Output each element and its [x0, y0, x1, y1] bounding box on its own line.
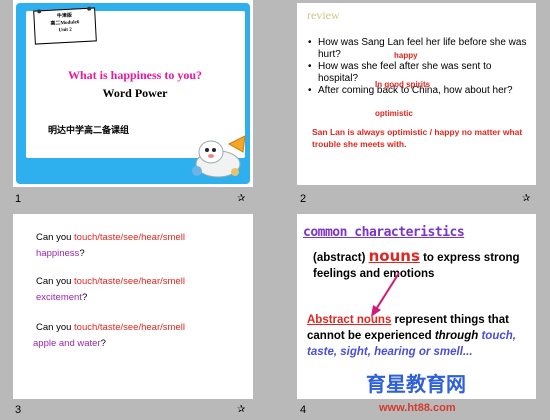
slide-4-paragraph-1: (abstract) nouns to express strong feeli… — [313, 248, 528, 282]
slide-1-subtitle: Word Power — [102, 86, 168, 100]
question-prefix: Can you — [36, 232, 75, 243]
slide-2-conclusion: San Lan is always optimistic / happy no … — [312, 127, 523, 149]
question-line: Can you touch/taste/see/hear/smell apple … — [33, 320, 253, 352]
watermark-logo: 育星教育网 — [366, 374, 466, 396]
question-prefix: Can you — [36, 322, 75, 333]
question-object: happiness — [36, 248, 80, 259]
bullet-item: How was Sang Lan feel her life before sh… — [307, 37, 532, 61]
slide-1-title: What is happiness to you? — [67, 68, 203, 82]
abstract-nouns-label: Abstract nouns — [307, 314, 392, 326]
question-suffix: ? — [100, 338, 106, 349]
nouns-keyword: nouns — [368, 247, 420, 265]
question-prefix: Can you — [36, 276, 75, 287]
slide-1-tag: 牛津版 高二Module6 Unit 2 — [33, 6, 97, 45]
question-suffix: ? — [81, 292, 88, 303]
slide-number: 4 — [300, 404, 307, 416]
slide-number: 3 — [15, 404, 22, 416]
slide-2-heading: review — [307, 8, 340, 22]
question-verbs: touch/taste/see/hear/smell — [74, 276, 185, 287]
through-word: through — [434, 330, 479, 342]
pin-icon — [37, 9, 42, 14]
slide-1-thumbnail[interactable]: 牛津版 高二Module6 Unit 2 What is happiness t… — [13, 0, 253, 187]
answer-happy: happy — [394, 51, 418, 60]
question-object: excitement — [36, 292, 82, 303]
question-line: Can you touch/taste/see/hear/smell excite… — [36, 274, 253, 306]
slide-4-paragraph-2: Abstract nouns represent things that can… — [307, 312, 532, 360]
slide-2-thumbnail[interactable]: review How was Sang Lan feel her life be… — [297, 3, 536, 185]
slide-1-school: 明达中学高二备课组 — [48, 125, 130, 135]
slide-number: 1 — [15, 193, 22, 205]
transition-star-icon[interactable]: ✰ — [522, 193, 530, 204]
slide-number: 2 — [300, 193, 307, 205]
transition-star-icon[interactable]: ✰ — [237, 404, 245, 415]
p1-prefix: (abstract) — [313, 252, 369, 264]
answer-good-spirits: In good spirits — [375, 80, 431, 89]
question-verbs: touch/taste/see/hear/smell — [74, 322, 185, 333]
watermark-url: www.ht88.com — [379, 402, 456, 414]
transition-star-icon[interactable]: ✰ — [237, 193, 245, 204]
pin-icon — [87, 6, 92, 11]
question-object: apple and water — [33, 338, 101, 349]
ellipsis: ... — [462, 346, 473, 358]
question-verbs: touch/taste/see/hear/smell — [74, 232, 185, 243]
slide-4-heading: common characteristics — [303, 225, 465, 240]
cartoon-mascot-image — [192, 135, 246, 178]
slide-3-thumbnail[interactable]: Can you touch/taste/see/hear/smell happin… — [13, 214, 253, 399]
answer-optimistic: optimistic — [375, 109, 413, 118]
question-line: Can you touch/taste/see/hear/smell happin… — [36, 230, 253, 262]
question-suffix: ? — [79, 248, 85, 259]
